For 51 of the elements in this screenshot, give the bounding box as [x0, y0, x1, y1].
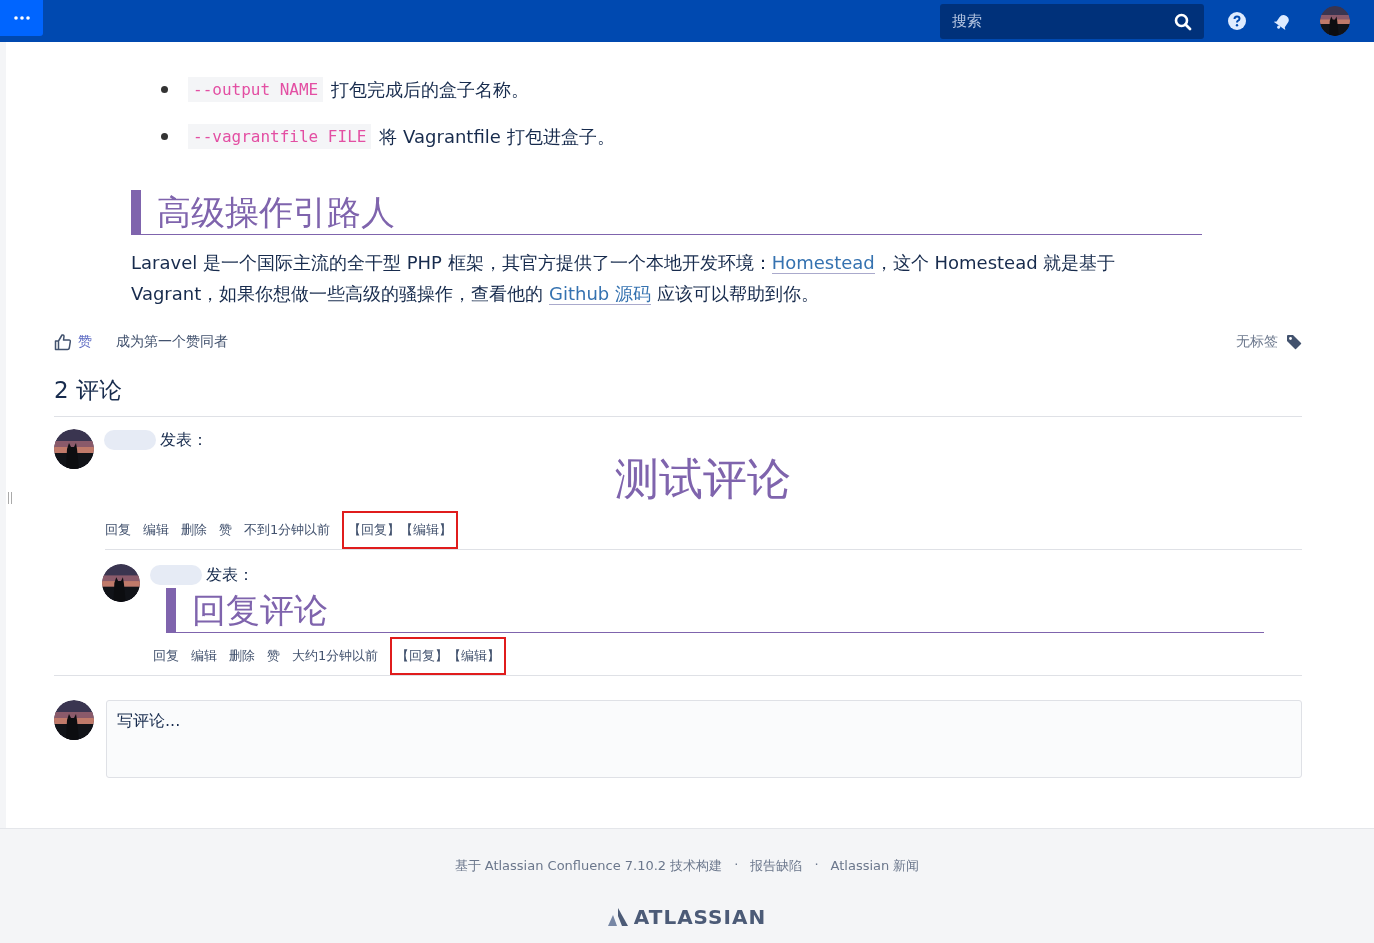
comment-action-link[interactable]: 【回复】	[396, 647, 449, 665]
code-snippet: --output NAME	[188, 77, 324, 102]
comment-action-link[interactable]: 【编辑】	[400, 521, 453, 539]
like-button[interactable]: 赞	[54, 333, 92, 351]
search-field[interactable]: 搜索	[940, 3, 1204, 39]
comment-author-label: 发表：	[160, 429, 208, 451]
more-icon	[13, 16, 30, 20]
logo-icon	[607, 908, 628, 926]
logo-wordmark: ATLASSIAN	[633, 905, 767, 929]
footer-link[interactable]: Atlassian 新闻	[830, 857, 920, 875]
comment-input[interactable]: 写评论...	[106, 700, 1302, 778]
blurred-name	[104, 430, 156, 450]
comment-action-link[interactable]: 【编辑】	[448, 647, 501, 665]
tag-icon	[1286, 334, 1302, 350]
comment-author-label: 发表：	[206, 564, 254, 586]
comment-action-link[interactable]: 删除	[229, 647, 255, 665]
labels-link[interactable]: 无标签	[1236, 333, 1278, 351]
bell-icon[interactable]	[1274, 12, 1292, 30]
help-icon[interactable]	[1228, 12, 1246, 30]
blurred-name	[150, 565, 202, 585]
comments-heading: 2 评论	[54, 376, 123, 405]
comment-time: 不到1分钟以前	[244, 521, 331, 539]
text-link[interactable]: Homestead	[771, 252, 875, 274]
comment-action-link[interactable]: 赞	[219, 521, 232, 539]
search-icon	[1174, 12, 1192, 31]
text-link[interactable]: Github 源码	[549, 283, 651, 305]
bullet-icon	[161, 86, 168, 93]
comment-heading: 回复评论	[166, 588, 1264, 633]
footer-link[interactable]: 基于 Atlassian Confluence 7.10.2 技术构建	[454, 857, 723, 875]
more-button[interactable]	[0, 0, 43, 36]
separator-dot: ·	[734, 857, 739, 874]
resize-handle[interactable]	[8, 492, 12, 504]
section-heading: 高级操作引路人	[131, 190, 1202, 235]
comment-time: 大约1分钟以前	[292, 647, 379, 665]
separator-dot: ·	[814, 857, 819, 874]
comment-action-link[interactable]: 【回复】	[348, 521, 401, 539]
comment-action-link[interactable]: 回复	[153, 647, 179, 665]
paragraph: Laravel 是一个国际主流的全干型 PHP 框架，其官方提供了一个本地开发环境：Homestead，这个 Homestead 就是基于 Vagrant，如果你想做一些高级的骚操作，查看他的 Github 源码 应该可以帮助到你。	[131, 251, 1117, 307]
footer-link[interactable]: 报告缺陷	[750, 857, 803, 875]
comment-action-link[interactable]: 删除	[181, 521, 207, 539]
comment-action-link[interactable]: 回复	[105, 521, 131, 539]
option-description: 将 Vagrantfile 打包进盒子。	[379, 124, 615, 149]
comment-text: 测试评论	[614, 452, 792, 506]
comment-action-link[interactable]: 编辑	[143, 521, 169, 539]
like-summary: 成为第一个赞同者	[116, 333, 228, 351]
thumbs-up-icon	[54, 333, 72, 351]
comment-action-link[interactable]: 编辑	[191, 647, 217, 665]
option-description: 打包完成后的盒子名称。	[331, 77, 530, 102]
bullet-icon	[161, 133, 168, 140]
comment-action-link[interactable]: 赞	[267, 647, 280, 665]
code-snippet: --vagrantfile FILE	[188, 124, 372, 149]
